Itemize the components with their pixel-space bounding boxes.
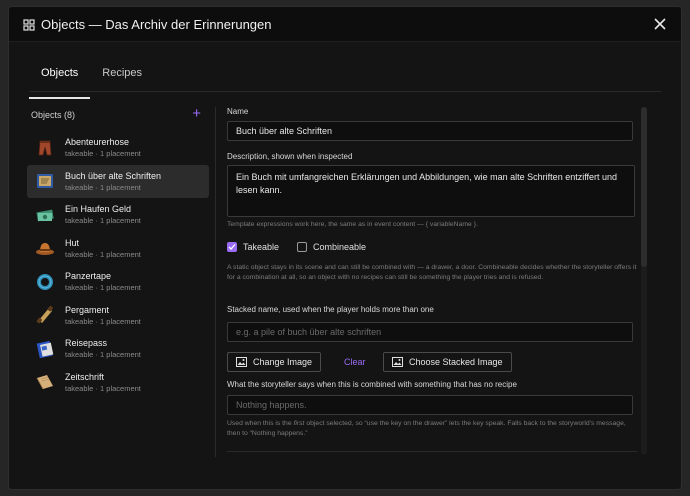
list-item-reisepass[interactable]: Reisepass takeable · 1 placement — [27, 332, 209, 366]
objects-list-header: Objects (8) + — [31, 106, 209, 123]
object-meta: takeable · 1 placement — [65, 216, 141, 226]
object-name: Hut — [65, 237, 80, 248]
fallback-hint: Used when this is the first object selec… — [227, 419, 637, 439]
list-item-buch-ueber-alte-schriften[interactable]: Buch über alte Schriften takeable · 1 pl… — [27, 164, 209, 198]
name-field[interactable]: Buch über alte Schriften — [227, 121, 633, 141]
list-item-abenteurerhose[interactable]: Abenteurerhose takeable · 1 placement — [27, 131, 209, 165]
combineable-checkbox[interactable] — [297, 242, 308, 252]
list-item-hut[interactable]: Hut takeable · 1 placement — [27, 232, 209, 266]
choose-stacked-image-label: Choose Stacked Image — [409, 357, 503, 367]
list-item-ein-haufen-geld[interactable]: Ein Haufen Geld takeable · 1 placement — [27, 198, 209, 232]
object-meta: takeable · 1 placement — [65, 350, 141, 360]
money-icon — [35, 205, 55, 225]
scroll-icon — [35, 305, 55, 325]
static-object-hint: A static object stays in its scene and c… — [227, 264, 637, 281]
object-meta: takeable · 1 placement — [65, 383, 141, 393]
dialog-title: Objects — Das Archiv der Erinnerungen — [41, 16, 272, 32]
image-icon — [392, 357, 403, 367]
object-meta: takeable · 1 placement — [65, 316, 141, 326]
object-meta: takeable · 1 placement — [65, 182, 141, 192]
stacked-name-label: Stacked name, used when the player holds… — [227, 305, 434, 314]
tab-recipes[interactable]: Recipes — [90, 63, 154, 91]
tab-objects[interactable]: Objects — [29, 63, 91, 99]
title-bar: Objects — Das Archiv der Erinnerungen — [9, 7, 681, 42]
takeable-row: Takeable Combineable — [227, 240, 366, 254]
description-field[interactable]: Ein Buch mit umfangreichen Erklärungen u… — [227, 165, 635, 217]
list-item-zeitschrift[interactable]: Zeitschrift takeable · 1 placement — [27, 366, 209, 400]
objects-sidebar: Objects (8) + Abenteurerhose takeable · … — [27, 106, 209, 457]
list-item-panzertape[interactable]: Panzertape takeable · 1 placement — [27, 265, 209, 299]
trousers-icon — [35, 138, 55, 158]
magazine-icon — [35, 372, 55, 392]
list-item-pergament[interactable]: Pergament takeable · 1 placement — [27, 299, 209, 333]
hat-icon — [35, 238, 55, 258]
change-image-button[interactable]: Change Image — [227, 352, 322, 372]
object-editor: Name Buch über alte Schriften Descriptio… — [219, 103, 639, 457]
objects-dialog: Objects — Das Archiv der Erinnerungen Ob… — [8, 6, 682, 490]
tab-bar: Objects Recipes — [29, 63, 661, 99]
check-icon — [228, 244, 236, 250]
fallback-hint-start: Used when this is the — [227, 420, 292, 427]
object-name: Reisepass — [65, 338, 108, 349]
object-name: Abenteurerhose — [65, 137, 130, 148]
object-name: Pergament — [65, 304, 110, 315]
fallback-message-field[interactable]: Nothing happens. — [227, 395, 633, 415]
clear-image-button[interactable]: Clear — [344, 352, 366, 372]
editor-scrollbar[interactable] — [641, 107, 647, 455]
passport-icon — [35, 339, 55, 359]
fallback-hint-emphasis: first — [293, 420, 305, 427]
change-image-label: Change Image — [253, 357, 313, 367]
choose-stacked-image-button[interactable]: Choose Stacked Image — [383, 352, 512, 372]
tape-icon — [35, 272, 55, 292]
object-name: Zeitschrift — [65, 371, 105, 382]
description-label: Description, shown when inspected — [227, 152, 353, 161]
objects-count-label: Objects (8) — [31, 110, 76, 120]
object-name: Ein Haufen Geld — [65, 204, 132, 215]
scrollbar-thumb[interactable] — [641, 107, 647, 267]
stacked-name-field[interactable]: e.g. a pile of buch über alte schriften — [227, 322, 633, 342]
panel-divider — [215, 107, 216, 457]
template-hint: Template expressions work here, the same… — [227, 221, 478, 228]
section-divider — [227, 451, 637, 452]
name-label: Name — [227, 107, 249, 116]
image-icon — [236, 357, 247, 367]
object-name: Buch über alte Schriften — [65, 170, 162, 181]
grid-icon — [23, 18, 35, 31]
object-meta: takeable · 1 placement — [65, 149, 141, 159]
takeable-checkbox[interactable] — [227, 242, 237, 252]
fallback-message-label: What the storyteller says when this is c… — [227, 380, 517, 389]
add-object-button[interactable]: + — [192, 106, 201, 121]
object-meta: takeable · 1 placement — [65, 249, 141, 259]
object-name: Panzertape — [65, 271, 112, 282]
close-button[interactable] — [651, 15, 669, 33]
combineable-label: Combineable — [313, 242, 367, 252]
close-icon — [654, 18, 666, 30]
takeable-label: Takeable — [243, 242, 280, 252]
book-icon — [35, 171, 55, 191]
object-meta: takeable · 1 placement — [65, 283, 141, 293]
